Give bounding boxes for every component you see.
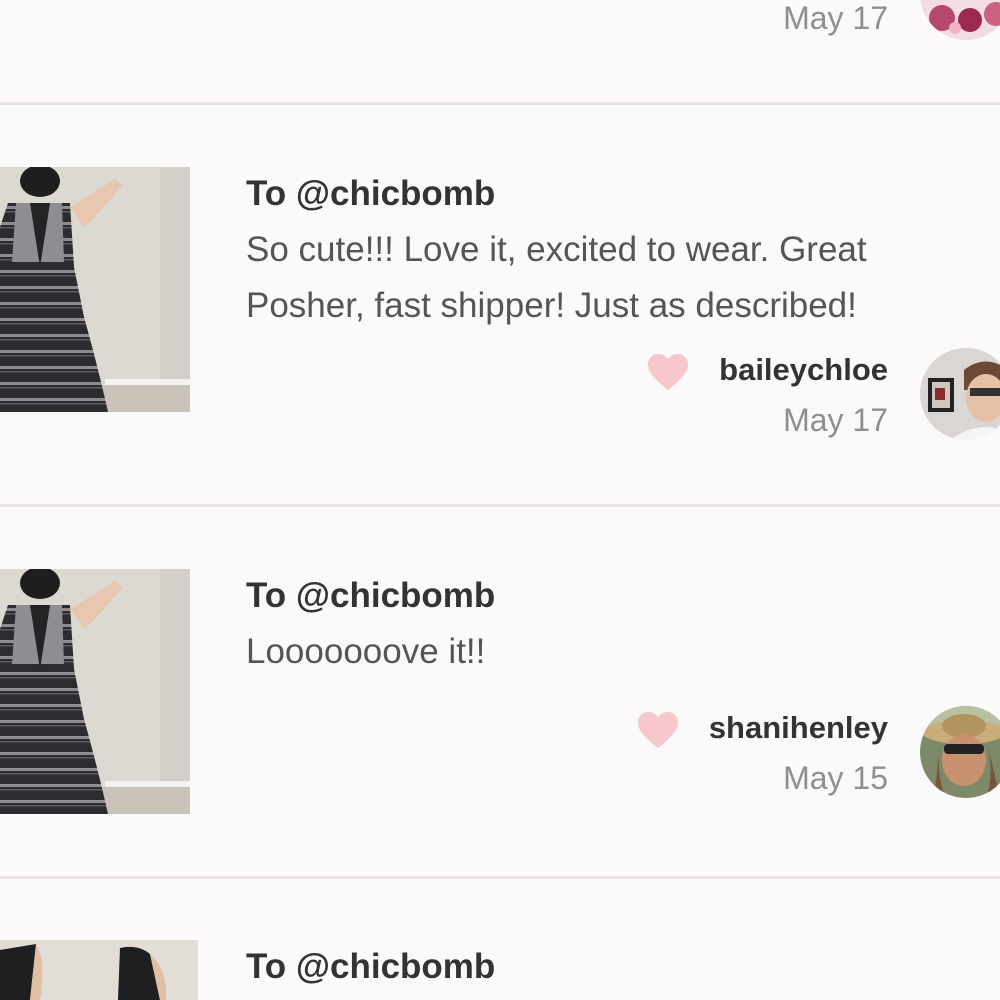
review-recipient: To @chicbomb: [246, 576, 496, 615]
review-recipient: To @chicbomb: [246, 174, 496, 213]
listing-thumbnail[interactable]: [0, 167, 190, 412]
avatar[interactable]: [920, 348, 1000, 440]
review-date: May 15: [783, 760, 888, 796]
listing-thumbnail[interactable]: [0, 940, 198, 1000]
divider: [0, 102, 1000, 105]
review-recipient: To @chicbomb: [246, 947, 496, 986]
divider: [0, 876, 1000, 879]
avatar[interactable]: [920, 0, 1000, 40]
review-date: May 17: [783, 0, 888, 36]
listing-thumbnail[interactable]: [0, 569, 190, 814]
reviewer-username[interactable]: shanihenley: [709, 710, 888, 746]
heart-icon[interactable]: [636, 710, 680, 755]
divider: [0, 504, 1000, 507]
review-message: So cute!!! Love it, excited to wear. Gre…: [246, 230, 867, 325]
reviewer-username[interactable]: baileychloe: [719, 352, 888, 388]
review-message: Looooooove it!!: [246, 632, 486, 671]
heart-icon[interactable]: [646, 352, 690, 397]
avatar[interactable]: [920, 706, 1000, 798]
review-date: May 17: [783, 402, 888, 438]
